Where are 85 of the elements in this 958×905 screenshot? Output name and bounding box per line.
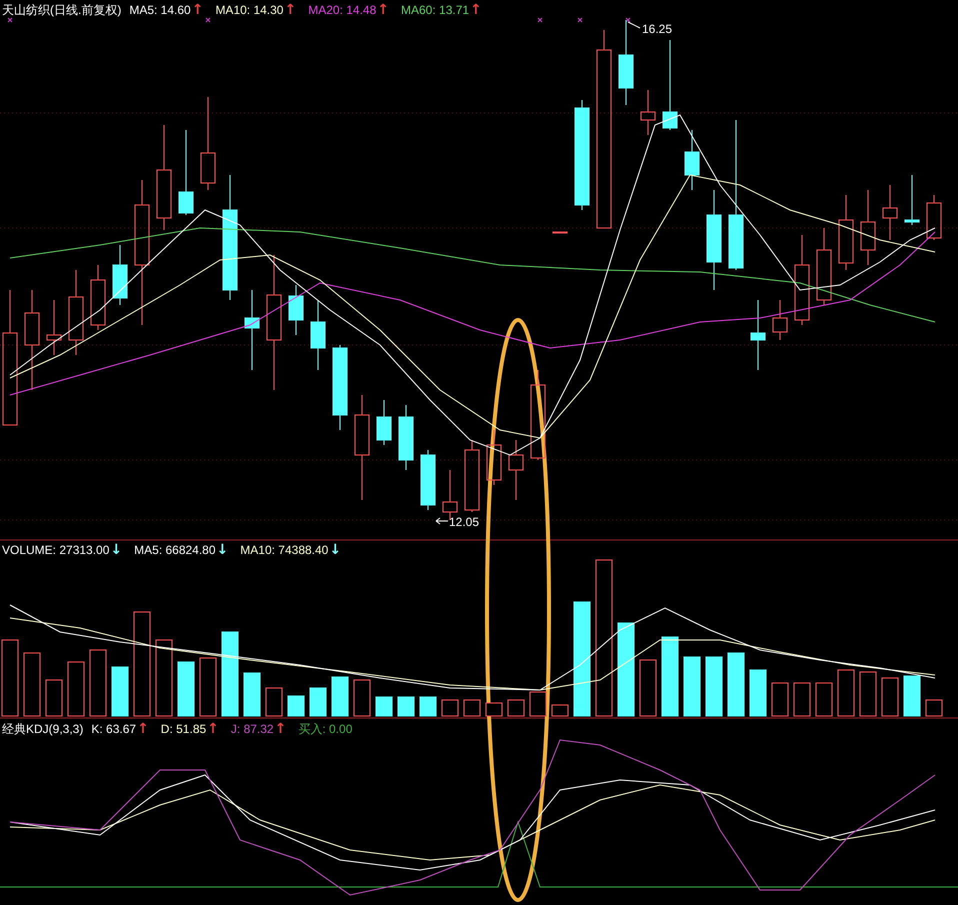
low-price-label: 12.05 — [449, 514, 480, 531]
candlestick — [904, 174, 920, 226]
candlestick — [750, 300, 766, 370]
volume-bar — [200, 658, 216, 716]
candlestick — [486, 430, 502, 486]
indicator-value: 买入: 0.00 — [298, 721, 352, 738]
trend-arrow: ↑ — [207, 722, 219, 736]
indicator-title: 经典KDJ(9,3,3) — [2, 721, 84, 738]
volume-bar — [684, 656, 700, 716]
volume-bar — [464, 700, 480, 716]
volume-bar — [68, 662, 84, 716]
trend-arrow: ↑ — [137, 722, 149, 736]
candlestick — [46, 300, 62, 356]
volume-bar — [24, 652, 40, 716]
volume-bar — [794, 682, 810, 716]
candlestick — [310, 300, 326, 370]
candlestick — [420, 450, 436, 510]
cross-marker-icon — [626, 18, 630, 22]
volume-bar — [904, 676, 920, 716]
candlestick — [684, 130, 700, 190]
indicator-value: MA20: 14.48 — [308, 2, 376, 19]
arrow-icon — [436, 518, 448, 524]
indicator-value: MA5: 14.60 — [129, 2, 191, 19]
volume-bar — [420, 696, 436, 716]
volume-bar — [882, 678, 898, 716]
candlestick — [926, 194, 942, 240]
candlestick — [508, 440, 524, 500]
stock-title: 天山纺织(日线.前复权) — [2, 2, 122, 19]
cross-marker-icon — [538, 18, 542, 22]
indicator-value: K: 63.67 — [91, 721, 136, 738]
indicator-value: MA5: 66824.80 — [134, 542, 216, 559]
trend-arrow: ↓ — [110, 543, 122, 557]
volume-bar — [816, 682, 832, 716]
volume-bar — [398, 696, 414, 716]
volume-bar — [772, 682, 788, 716]
trend-arrow: ↑ — [470, 3, 482, 17]
candlestick — [640, 90, 656, 136]
volume-bar — [552, 704, 568, 716]
volume-bar — [46, 680, 62, 716]
volume-bar — [310, 688, 326, 716]
indicator-value: D: 51.85 — [160, 721, 206, 738]
volume-bar — [530, 692, 546, 716]
volume-bar — [860, 672, 876, 716]
candlestick — [398, 404, 414, 470]
candlestick — [882, 184, 898, 240]
volume-bar — [288, 696, 304, 716]
volume-bar — [728, 652, 744, 716]
indicator-value: VOLUME: 27313.00 — [2, 542, 110, 559]
indicator-value: J: 87.32 — [230, 721, 274, 738]
trend-arrow: ↑ — [274, 722, 286, 736]
volume-bar — [266, 688, 282, 716]
indicator-value: MA10: 74388.40 — [240, 542, 328, 559]
leader-line — [628, 22, 640, 28]
cross-marker-icon — [206, 18, 210, 22]
volume-bar — [706, 656, 722, 716]
volume-bar — [354, 680, 370, 716]
volume-bar — [90, 650, 106, 716]
volume-bar — [442, 700, 458, 716]
candlestick — [772, 300, 788, 340]
indicator-value: MA60: 13.71 — [401, 2, 470, 19]
trend-arrow: ↓ — [329, 543, 342, 557]
volume-bar — [376, 696, 392, 716]
candlestick — [112, 244, 128, 306]
cross-marker-icon — [8, 18, 12, 22]
trend-arrow: ↑ — [192, 3, 204, 17]
candlestick — [376, 400, 392, 446]
candlestick — [90, 264, 106, 330]
volume-bar — [508, 700, 524, 716]
volume-bar — [486, 702, 502, 716]
volume-bar — [750, 670, 766, 716]
cross-marker-icon — [578, 18, 582, 22]
volume-bar — [640, 660, 656, 716]
trend-arrow: ↑ — [377, 3, 389, 17]
volume-bar — [112, 666, 128, 716]
high-price-label: 16.25 — [642, 21, 672, 38]
volume-bar — [838, 670, 854, 716]
indicator-value: MA10: 14.30 — [215, 2, 284, 19]
volume-bar — [332, 676, 348, 716]
trend-arrow: ↑ — [284, 3, 296, 17]
candlestick — [288, 284, 304, 336]
volume-bar — [178, 662, 194, 716]
volume-bar — [926, 700, 942, 716]
trend-arrow: ↓ — [216, 543, 228, 557]
volume-bar — [244, 672, 260, 716]
candlestick — [552, 232, 568, 234]
